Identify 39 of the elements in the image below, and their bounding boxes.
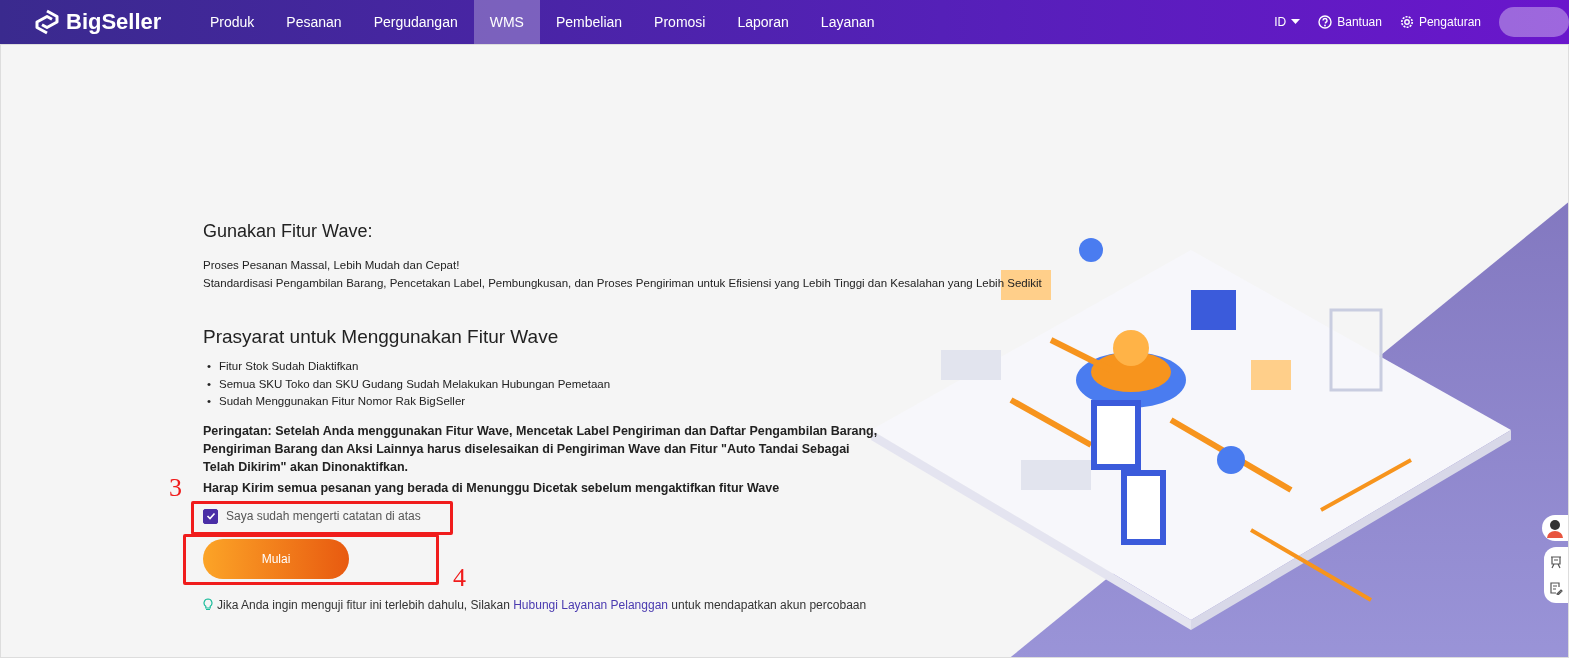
settings-icon <box>1399 15 1414 29</box>
nav-menu-item[interactable]: Laporan <box>721 0 805 44</box>
checkbox-label: Saya sudah mengerti catatan di atas <box>226 509 421 523</box>
tip-text: Jika Anda ingin menguji fitur ini terlebih dahulu, Silakan Hubungi Layanan Pelanggan untuk mendapatkan akun percobaan <box>217 597 867 612</box>
bullet: • <box>207 359 212 374</box>
nav-menu-item[interactable]: Pergudangan <box>357 0 474 44</box>
checkmark-icon <box>205 511 216 521</box>
language-dropdown[interactable]: ID <box>1274 15 1301 29</box>
logo-icon <box>34 9 60 35</box>
lightbulb-icon <box>203 598 213 611</box>
description-text: Standardisasi Pengambilan Barang, Pencetakan Label, Pembungkusan, dan Proses Pengiriman untuk Efisiensi yang Lebih Tinggi dan Kesalahan yang Lebih Sedikit <box>203 276 1043 291</box>
bullet: • <box>207 376 212 392</box>
nav-menu-item[interactable]: Layanan <box>804 0 891 44</box>
prerequisite-item: Semua SKU Toko dan SKU Gudang Sudah Melakukan Hubungan Pemetaan <box>219 376 611 392</box>
nav-menu-item[interactable]: Pembelian <box>539 0 639 44</box>
prerequisite-item: Fitur Stok Sudah Diaktifkan <box>219 359 359 374</box>
checkbox[interactable] <box>203 508 218 524</box>
customer-service-avatar[interactable] <box>1542 515 1568 541</box>
nav-menu-item[interactable]: WMS <box>473 0 540 44</box>
section-title: Prasyarat untuk Menggunakan Fitur Wave <box>203 326 560 348</box>
contact-support-link[interactable]: Hubungi Layanan Pelanggan <box>513 597 668 612</box>
nav-menu-item[interactable]: Pesanan <box>270 0 358 44</box>
prerequisite-item: Sudah Menggunakan Fitur Nomor Rak BigSeller <box>219 394 466 409</box>
annotation-number: 3 <box>169 472 182 503</box>
section-title: Gunakan Fitur Wave: <box>203 221 374 242</box>
logo-text[interactable]: BigSeller <box>66 9 162 35</box>
settings-link[interactable]: Pengaturan <box>1399 15 1481 29</box>
presentation-board-icon[interactable] <box>1549 555 1563 569</box>
notepad-edit-icon[interactable] <box>1549 581 1563 595</box>
annotation-number: 4 <box>453 562 466 593</box>
bullet: • <box>207 394 212 409</box>
warning-text: Peringatan: Setelah Anda menggunakan Fitur Wave, Mencetak Label Pengiriman dan Daftar Pengambilan Barang, Pengiriman Barang dan Aksi Lainnya harus diselesaikan di Pengiriman Wave dan Fitur "Auto Tandai Sebagai Telah Dikirim" akan Dinonaktifkan. <box>203 422 879 476</box>
nav-menu-item[interactable]: Produk <box>194 0 271 44</box>
nav-menu-item[interactable]: Promosi <box>638 0 722 44</box>
caret-icon <box>1291 19 1301 25</box>
help-link[interactable]: Bantuan <box>1318 15 1382 29</box>
description-text: Proses Pesanan Massal, Lebih Mudah dan Cepat! <box>203 258 461 273</box>
help-icon <box>1318 15 1333 29</box>
warning-text: Harap Kirim semua pesanan yang berada di Menunggu Dicetak sebelum mengaktifkan fitur Wave <box>203 479 781 497</box>
